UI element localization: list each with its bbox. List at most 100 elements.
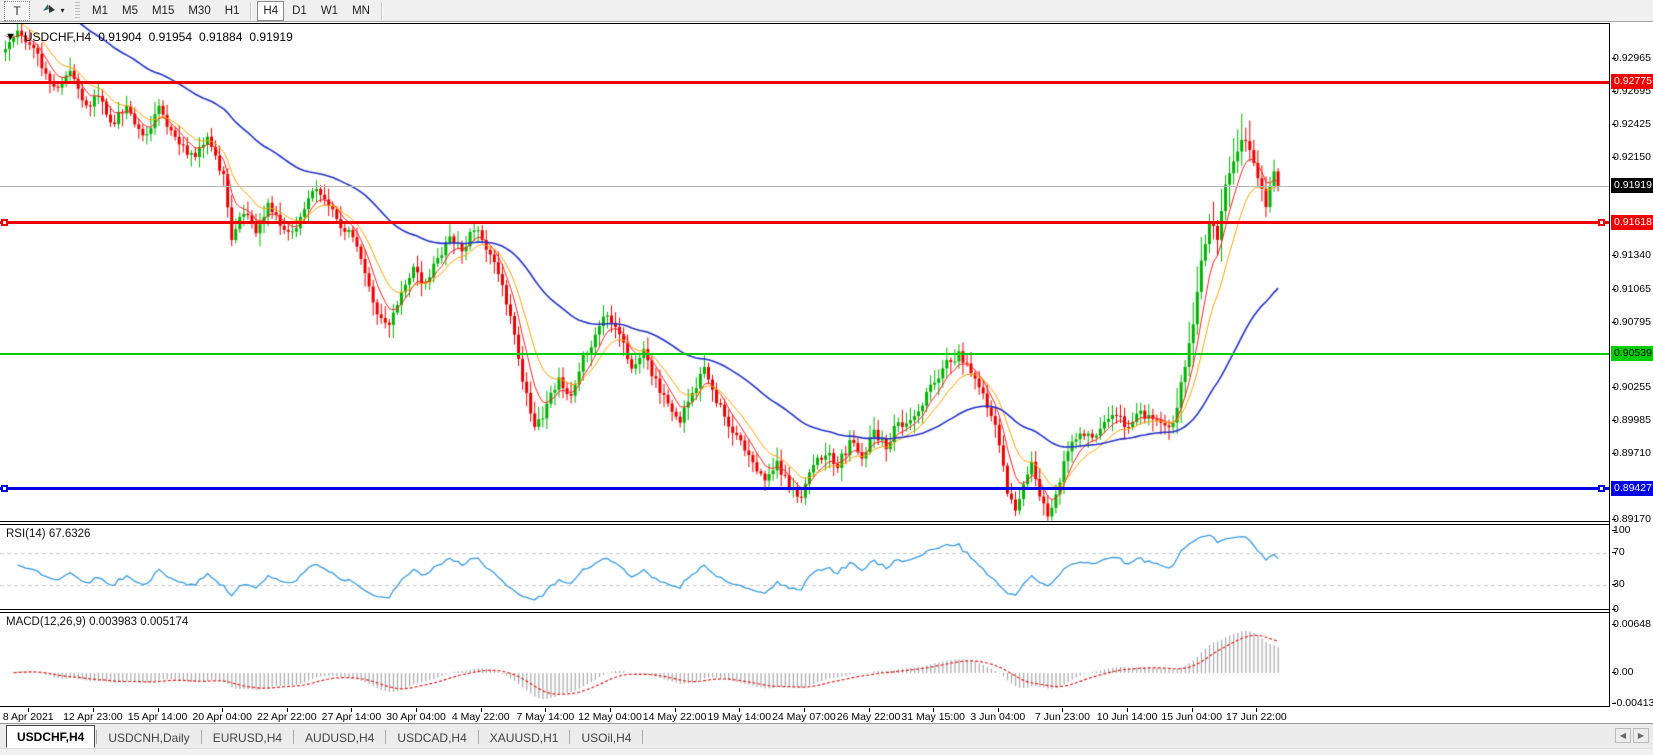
tick-mark	[1612, 57, 1616, 59]
tick-mark	[1612, 123, 1616, 125]
chevron-down-icon: ▾	[60, 6, 65, 15]
tab-separator	[200, 730, 202, 744]
date-label: 12 May 04:00	[578, 711, 642, 723]
date-label: 15 Apr 14:00	[127, 711, 188, 723]
tick-mark	[1612, 551, 1616, 553]
macd-axis-tick: 0.00648	[1612, 618, 1651, 630]
level-anchor-marker[interactable]	[1598, 219, 1605, 226]
rsi-axis-tick: 30	[1612, 578, 1625, 591]
timeframe-button-mn[interactable]: MN	[346, 1, 376, 21]
tick-mark	[1612, 672, 1616, 673]
timeframe-button-m5[interactable]: M5	[116, 1, 144, 21]
tick-mark	[1612, 702, 1616, 704]
rsi-label: RSI(14) 67.6326	[6, 528, 91, 540]
date-label: 7 Jun 23:00	[1035, 711, 1090, 723]
rsi-pane: RSI(14) 67.6326	[0, 524, 1609, 611]
level-anchor-marker[interactable]	[1, 485, 8, 492]
price-badge-resistance: 0.92775	[1611, 74, 1653, 90]
date-label: 17 Jun 22:00	[1226, 711, 1287, 723]
support-line	[0, 353, 1609, 355]
date-label: 4 May 22:00	[451, 711, 510, 723]
rsi-axis-tick: 0	[1612, 603, 1653, 615]
toolbar-separator	[380, 1, 383, 20]
resistance-line	[0, 221, 1609, 224]
main-chart-pane: ▼ USDCHF,H4 0.91904 0.91954 0.91884 0.91…	[0, 23, 1609, 523]
support-line	[0, 487, 1609, 490]
chart-tab-usdchf-h4[interactable]: USDCHF,H4	[6, 725, 96, 748]
ohlc-high: 0.91954	[148, 30, 193, 44]
chart-tab-xauusd-h1[interactable]: XAUUSD,H1	[480, 727, 569, 748]
rsi-axis-tick: 70	[1612, 545, 1625, 558]
object-arrow-icon: ▼	[5, 31, 16, 43]
timeframe-button-d1[interactable]: D1	[286, 1, 313, 21]
date-label: 15 Jun 04:00	[1161, 711, 1223, 723]
timeframe-button-h1[interactable]: H1	[219, 1, 246, 21]
ohlc-open: 0.91904	[98, 30, 142, 44]
tabs-scroll-left-button[interactable]: ◀	[1615, 728, 1631, 743]
date-label: 22 Apr 22:00	[257, 711, 317, 723]
macd-canvas[interactable]	[0, 613, 1609, 708]
level-anchor-marker[interactable]	[1598, 485, 1605, 492]
chart-tab-usdcad-h4[interactable]: USDCAD,H4	[387, 727, 476, 748]
status-bar	[0, 748, 1653, 755]
date-label: 24 May 07:00	[772, 711, 836, 723]
chart-title: ▼ USDCHF,H4 0.91904 0.91954 0.91884 0.91…	[5, 30, 293, 44]
rsi-axis-tick: 100	[1612, 524, 1631, 536]
date-label: 10 Jun 14:00	[1096, 711, 1158, 723]
tabs-scroll-right-button[interactable]: ▶	[1633, 728, 1649, 743]
price-tick: 0.91065	[1612, 282, 1651, 295]
tab-separator	[96, 730, 98, 744]
rsi-canvas[interactable]	[0, 525, 1609, 611]
last-price-line	[0, 186, 1609, 187]
timeframe-button-m30[interactable]: M30	[182, 1, 216, 21]
main-chart-canvas[interactable]	[0, 24, 1609, 523]
timeframe-button-m15[interactable]: M15	[146, 1, 180, 21]
date-axis[interactable]: 8 Apr 2021 12 Apr 23:00 15 Apr 14:00 20 Apr…	[0, 708, 1609, 723]
tab-separator	[477, 730, 479, 744]
chart-tab-usdcnh-daily[interactable]: USDCNH,Daily	[98, 727, 199, 748]
macd-axis-tick: -0.00413	[1612, 696, 1653, 709]
tick-mark	[1612, 624, 1616, 625]
macd-label: MACD(12,26,9) 0.003983 0.005174	[6, 616, 189, 628]
date-label: 27 Apr 14:00	[321, 711, 382, 723]
date-label: 8 Apr 2021	[2, 711, 54, 723]
date-label: 30 Apr 04:00	[386, 711, 446, 723]
tick-mark	[1612, 584, 1616, 586]
price-tick: 0.90795	[1612, 315, 1651, 328]
timeframe-button-w1[interactable]: W1	[315, 1, 344, 21]
price-tick: 0.89710	[1612, 447, 1651, 460]
chart-tab-eurusd-h4[interactable]: EURUSD,H4	[203, 727, 292, 748]
toolbar: T ▾ M1 M5 M15 M30 H1 H4 D1 W1 MN	[0, 0, 1653, 22]
timeframe-group: M1 M5 M15 M30 H1 H4 D1 W1 MN	[85, 0, 387, 21]
date-label: 14 May 22:00	[642, 711, 707, 723]
macd-axis-tick: 0.00	[1612, 666, 1634, 678]
date-label: 26 May 22:00	[836, 711, 901, 723]
date-label: 12 Apr 23:00	[63, 711, 123, 723]
chart-tab-audusd-h4[interactable]: AUDUSD,H4	[295, 727, 384, 748]
arrows-icon	[41, 1, 57, 20]
date-label: 3 Jun 04:00	[970, 711, 1026, 723]
date-label: 20 Apr 04:00	[192, 711, 252, 723]
price-badge-support: 0.89427	[1611, 480, 1653, 496]
price-axis[interactable]: 0.929650.926950.924250.921500.918800.913…	[1610, 23, 1653, 709]
arrow-objects-button[interactable]: ▾	[36, 1, 70, 21]
text-tool-button[interactable]: T	[4, 0, 30, 21]
tick-mark	[1612, 609, 1616, 610]
chart-tab-bar: USDCHF,H4 USDCNH,Daily EURUSD,H4 AUDUSD,H4 U…	[0, 723, 1653, 748]
price-badge-support: 0.90539	[1611, 345, 1653, 361]
timeframe-button-h4[interactable]: H4	[257, 0, 285, 21]
tab-separator	[569, 730, 571, 744]
tick-mark	[1612, 453, 1616, 455]
chart-symbol-period: USDCHF,H4	[23, 30, 92, 44]
level-anchor-marker[interactable]	[1, 219, 8, 226]
date-label: 31 May 15:00	[901, 711, 966, 723]
price-tick: 0.89985	[1612, 414, 1651, 427]
chart-tab-usoil-h4[interactable]: USOil,H4	[571, 727, 641, 748]
tick-mark	[1612, 420, 1616, 422]
timeframe-button-m1[interactable]: M1	[86, 1, 114, 21]
tab-separator	[642, 730, 644, 744]
toolbar-grip[interactable]	[75, 1, 80, 20]
tab-separator	[293, 730, 295, 744]
price-badge-last-price: 0.91919	[1611, 178, 1653, 194]
ohlc-low: 0.91884	[199, 30, 243, 44]
